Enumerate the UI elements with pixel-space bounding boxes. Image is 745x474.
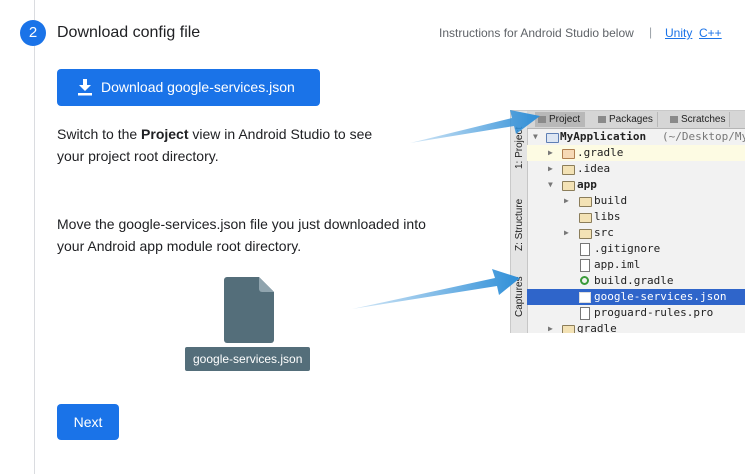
arrow-to-project-tab [410, 110, 540, 143]
pointer-arrows [352, 110, 540, 309]
arrow-to-google-services-file [352, 269, 520, 309]
